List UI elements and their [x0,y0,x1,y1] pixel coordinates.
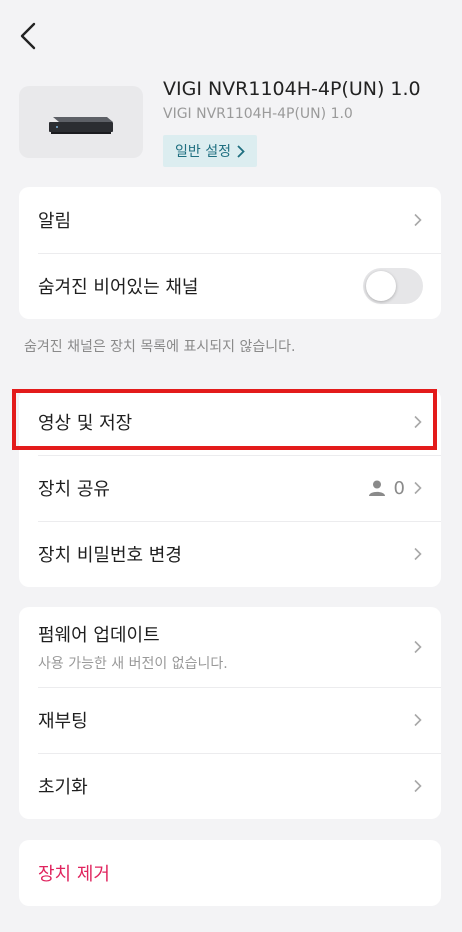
chevron-right-icon [414,713,422,727]
notifications-label: 알림 [38,211,72,232]
firmware-status: 사용 가능한 새 버전이 없습니다. [38,656,228,672]
chevron-right-icon [414,415,422,429]
settings-card-2: 영상 및 저장 장치 공유 0 장치 비밀번호 변경 [19,389,441,587]
settings-card-1: 알림 숨겨진 비어있는 채널 [19,187,441,319]
video-storage-row[interactable]: 영상 및 저장 [19,389,441,455]
share-count-group: 0 [368,478,423,499]
chevron-right-icon [237,144,245,158]
top-bar [0,0,462,70]
remove-device-label: 장치 제거 [38,864,110,885]
back-button[interactable] [16,20,44,52]
device-model: VIGI NVR1104H-4P(UN) 1.0 [163,106,353,122]
hidden-channels-toggle[interactable] [363,268,423,304]
hidden-channels-label: 숨겨진 비어있는 채널 [38,277,199,298]
reset-row[interactable]: 초기화 [19,753,441,819]
chevron-right-icon [414,481,422,495]
toggle-knob [366,271,396,301]
device-header: VIGI NVR1104H-4P(UN) 1.0 VIGI NVR1104H-4… [0,78,462,178]
firmware-row[interactable]: 펌웨어 업데이트 사용 가능한 새 버전이 없습니다. [19,607,441,687]
general-settings-button[interactable]: 일반 설정 [163,135,257,167]
device-title: VIGI NVR1104H-4P(UN) 1.0 [163,78,421,100]
device-share-row[interactable]: 장치 공유 0 [19,455,441,521]
reset-label: 초기화 [38,777,88,798]
firmware-label: 펌웨어 업데이트 [38,625,160,646]
reboot-row[interactable]: 재부팅 [19,687,441,753]
hidden-channels-row: 숨겨진 비어있는 채널 [19,253,441,319]
share-count: 0 [393,477,405,499]
video-storage-label: 영상 및 저장 [38,413,133,434]
chevron-right-icon [414,640,422,654]
remove-device-row[interactable]: 장치 제거 [19,840,441,906]
notifications-row[interactable]: 알림 [19,187,441,253]
chevron-right-icon [414,547,422,561]
remove-card: 장치 제거 [19,840,441,906]
device-image [19,86,143,158]
chevron-right-icon [414,779,422,793]
chevron-right-icon [414,213,422,227]
settings-card-3: 펌웨어 업데이트 사용 가능한 새 버전이 없습니다. 재부팅 초기화 [19,607,441,819]
general-settings-label: 일반 설정 [175,144,231,160]
change-password-row[interactable]: 장치 비밀번호 변경 [19,521,441,587]
user-icon [368,480,385,496]
device-share-label: 장치 공유 [38,479,110,500]
reboot-label: 재부팅 [38,711,88,732]
hidden-channels-hint: 숨겨진 채널은 장치 목록에 표시되지 않습니다. [24,339,296,355]
change-password-label: 장치 비밀번호 변경 [38,545,182,566]
back-arrow-icon [20,22,36,50]
